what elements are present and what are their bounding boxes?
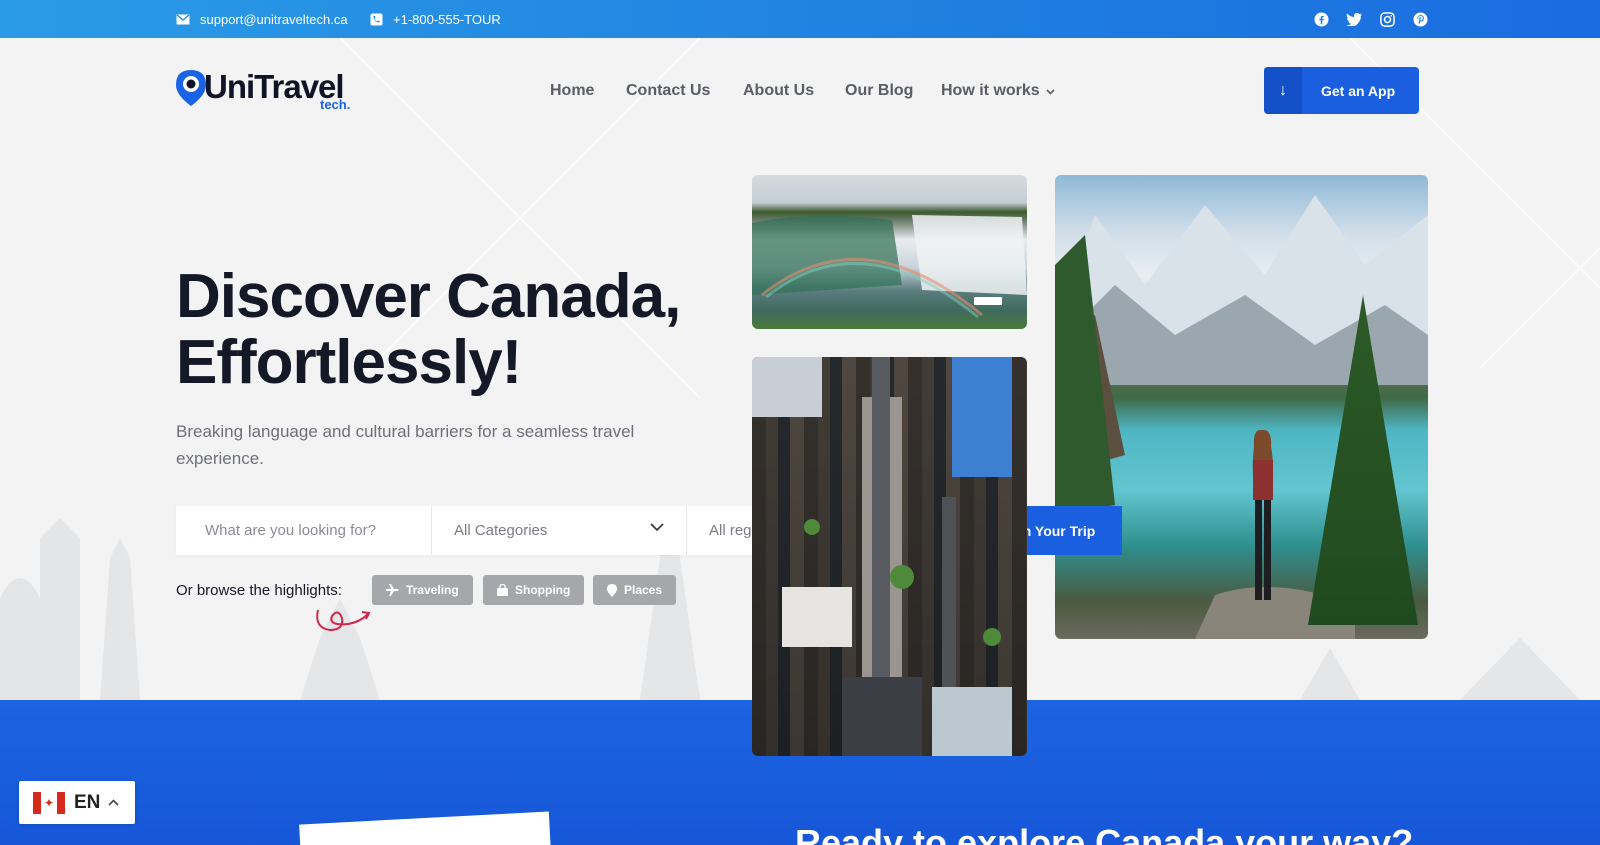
chip-traveling[interactable]: Traveling — [372, 575, 473, 605]
category-select-value: All Categories — [454, 522, 548, 539]
map-pin-icon — [607, 583, 617, 597]
download-arrow-icon: ↓ — [1264, 67, 1302, 114]
curly-arrow-icon — [316, 609, 371, 632]
language-code: EN — [74, 791, 101, 813]
logo-sub-text: tech. — [320, 97, 351, 112]
instagram-icon[interactable] — [1378, 10, 1396, 28]
airplane-icon — [386, 584, 399, 596]
top-bar: support@unitraveltech.ca +1-800-555-TOUR — [0, 0, 1600, 38]
chip-shopping[interactable]: Shopping — [483, 575, 585, 605]
email-text: support@unitraveltech.ca — [200, 11, 348, 27]
chevron-up-icon — [108, 799, 119, 806]
nav-about-us[interactable]: About Us — [743, 82, 814, 100]
chip-traveling-label: Traveling — [406, 583, 459, 597]
get-app-button[interactable]: ↓ Get an App — [1264, 67, 1419, 114]
mail-icon — [176, 13, 190, 24]
toronto-aerial-photo — [752, 357, 1027, 756]
category-select[interactable]: All Categories — [431, 506, 686, 555]
logo[interactable]: UniTravel tech. — [176, 66, 356, 114]
hero-subtitle: Breaking language and cultural barriers … — [176, 422, 635, 468]
twitter-icon[interactable] — [1345, 10, 1363, 28]
search-input[interactable] — [176, 506, 431, 555]
nav-how-it-works-label: How it works — [941, 82, 1040, 99]
chip-shopping-label: Shopping — [515, 583, 571, 597]
explore-section-title: Ready to explore Canada your way? — [795, 822, 1414, 845]
phone-icon — [370, 13, 383, 25]
chip-places-label: Places — [624, 583, 663, 597]
headline-line-1: Discover Canada, — [176, 262, 681, 331]
hero-headline: Discover Canada, Effortlessly! — [176, 262, 681, 397]
nav-contact-us[interactable]: Contact Us — [626, 82, 710, 100]
shopping-bag-icon — [497, 584, 508, 596]
canada-flag-icon: ✦ — [33, 791, 65, 814]
photo-frame-decoration — [299, 811, 551, 845]
get-app-label: Get an App — [1321, 82, 1396, 99]
phone-text: +1-800-555-TOUR — [393, 11, 501, 27]
niagara-falls-photo — [752, 175, 1027, 329]
moraine-lake-photo — [1055, 175, 1428, 639]
nav-home[interactable]: Home — [550, 82, 594, 100]
chip-places[interactable]: Places — [593, 575, 677, 605]
browse-highlights-label: Or browse the highlights: — [176, 582, 342, 599]
nav-our-blog[interactable]: Our Blog — [845, 82, 913, 100]
location-pin-logo-icon — [176, 70, 206, 106]
facebook-icon[interactable] — [1312, 10, 1330, 28]
headline-line-2: Effortlessly! — [176, 328, 522, 397]
chevron-down-icon — [650, 523, 664, 532]
nav-how-it-works[interactable]: How it works — [941, 82, 1055, 100]
language-switcher[interactable]: ✦ EN — [19, 781, 135, 824]
pinterest-icon[interactable] — [1411, 10, 1429, 28]
hiker-figure — [1252, 430, 1273, 600]
phone-contact[interactable]: +1-800-555-TOUR — [370, 0, 501, 38]
email-contact[interactable]: support@unitraveltech.ca — [176, 0, 348, 38]
chevron-down-icon — [1046, 89, 1055, 95]
